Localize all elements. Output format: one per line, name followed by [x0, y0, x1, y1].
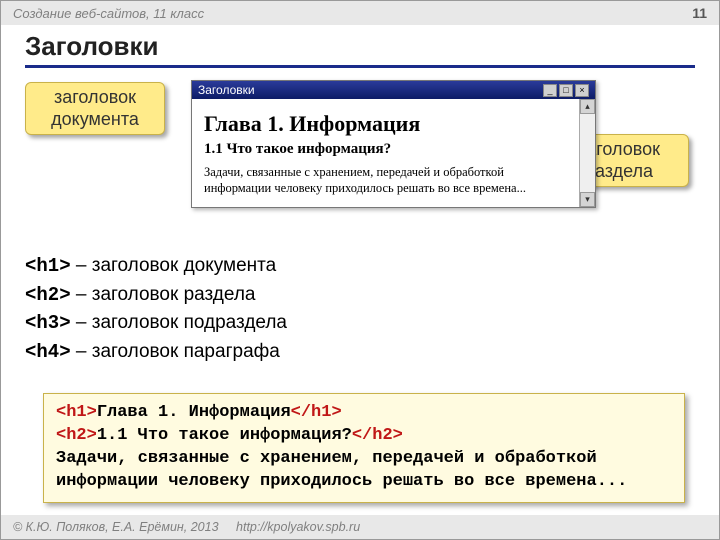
scroll-down-icon[interactable]: ▾ — [580, 192, 595, 207]
tag-h1: <h1> — [25, 255, 71, 277]
content-area: заголовок документа заголовок раздела За… — [1, 72, 719, 432]
footer-url: http://kpolyakov.spb.ru — [236, 520, 360, 534]
course-name: Создание веб-сайтов, 11 класс — [13, 6, 204, 21]
sample-h1: Глава 1. Информация — [204, 111, 567, 137]
scroll-track[interactable] — [580, 114, 595, 192]
desc-h3: – заголовок подраздела — [71, 312, 287, 333]
maximize-icon[interactable]: □ — [559, 84, 573, 97]
open-h2-tag: <h2> — [56, 426, 97, 445]
minimize-icon[interactable]: _ — [543, 84, 557, 97]
browser-window: Заголовки _ □ × Глава 1. Информация 1.1 … — [191, 80, 596, 208]
code-line-2: <h2>1.1 Что такое информация?</h2> — [56, 425, 672, 448]
window-title: Заголовки — [198, 83, 255, 97]
slide-title-wrap: Заголовки — [1, 25, 719, 72]
scroll-up-icon[interactable]: ▴ — [580, 99, 595, 114]
code-line-1: <h1>Глава 1. Информация</h1> — [56, 402, 672, 425]
sample-h2: 1.1 Что такое информация? — [204, 141, 567, 158]
top-bar: Создание веб-сайтов, 11 класс 11 — [1, 1, 719, 25]
open-h1-tag: <h1> — [56, 403, 97, 422]
page-number: 11 — [692, 5, 707, 21]
window-titlebar: Заголовки _ □ × — [192, 81, 595, 99]
code-line-3: Задачи, связанные с хранением, передачей… — [56, 448, 672, 494]
code-h1-text: Глава 1. Информация — [97, 403, 291, 422]
scrollbar[interactable]: ▴ ▾ — [579, 99, 595, 207]
close-h1-tag: </h1> — [291, 403, 342, 422]
close-h2-tag: </h2> — [352, 426, 403, 445]
footer: © К.Ю. Поляков, Е.А. Ерёмин, 2013 http:/… — [1, 515, 719, 539]
tag-h3: <h3> — [25, 312, 71, 334]
heading-definitions: <h1> – заголовок документа <h2> – заголо… — [25, 252, 287, 366]
desc-h2: – заголовок раздела — [71, 284, 256, 305]
close-icon[interactable]: × — [575, 84, 589, 97]
desc-h4: – заголовок параграфа — [71, 341, 280, 362]
tag-h2: <h2> — [25, 284, 71, 306]
slide-title: Заголовки — [25, 31, 695, 62]
sample-paragraph: Задачи, связанные с хранением, передачей… — [204, 164, 567, 197]
desc-h1: – заголовок документа — [71, 255, 277, 276]
tag-h4: <h4> — [25, 341, 71, 363]
def-h1: <h1> – заголовок документа — [25, 252, 287, 281]
def-h3: <h3> – заголовок подраздела — [25, 309, 287, 338]
window-controls: _ □ × — [543, 84, 589, 97]
code-h2-text: 1.1 Что такое информация? — [97, 426, 352, 445]
copyright: © К.Ю. Поляков, Е.А. Ерёмин, 2013 — [13, 520, 219, 534]
code-example: <h1>Глава 1. Информация</h1> <h2>1.1 Что… — [43, 393, 685, 503]
window-body: Глава 1. Информация 1.1 Что такое информ… — [192, 99, 579, 207]
def-h4: <h4> – заголовок параграфа — [25, 338, 287, 367]
def-h2: <h2> – заголовок раздела — [25, 281, 287, 310]
title-underline — [25, 65, 695, 68]
callout-document-heading: заголовок документа — [25, 82, 165, 135]
